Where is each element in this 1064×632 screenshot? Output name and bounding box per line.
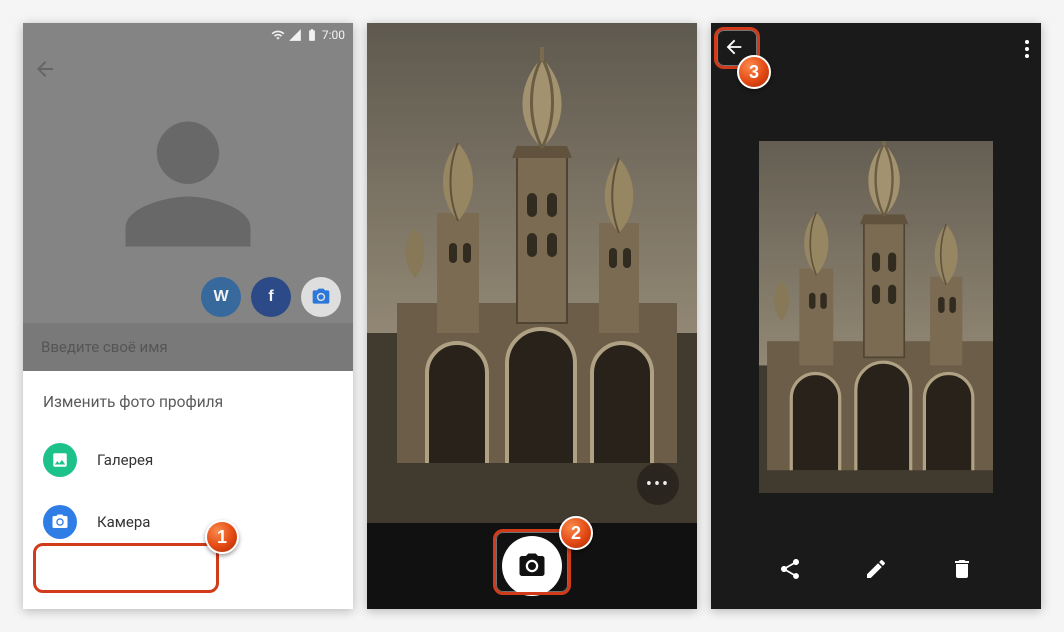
share-icon (778, 557, 802, 581)
camera-option-icon (43, 505, 77, 539)
option-camera-label: Камера (97, 513, 150, 531)
viewer-action-bar (711, 557, 1041, 585)
edit-icon (864, 557, 888, 581)
back-button[interactable] (723, 36, 745, 62)
shutter-button[interactable] (502, 536, 562, 596)
photo-preview (759, 141, 993, 493)
gallery-icon (43, 443, 77, 477)
more-horizontal-icon: ••• (646, 474, 670, 495)
screen-photo-viewer: 3 (711, 23, 1041, 609)
more-vertical-button[interactable] (1025, 40, 1029, 58)
camera-bottom-bar (367, 523, 697, 609)
dim-overlay (23, 23, 353, 371)
badge-2: 2 (559, 516, 593, 550)
option-gallery[interactable]: Галерея (23, 429, 353, 491)
camera-viewfinder (367, 23, 697, 523)
option-camera[interactable]: Камера (23, 491, 353, 553)
camera-more-button[interactable]: ••• (637, 463, 679, 505)
sheet-title: Изменить фото профиля (23, 371, 353, 429)
badge-1: 1 (205, 520, 239, 554)
trash-icon (950, 557, 974, 581)
more-vertical-icon (1025, 40, 1029, 58)
bottom-sheet: Изменить фото профиля Галерея Камера (23, 371, 353, 609)
edit-button[interactable] (864, 557, 888, 585)
share-button[interactable] (778, 557, 802, 585)
badge-3: 3 (737, 55, 771, 89)
screen-profile-edit: 7:00 W f Введите своё имя Изменить фото … (23, 23, 353, 609)
screen-camera: ••• 2 (367, 23, 697, 609)
camera-icon (517, 551, 547, 581)
option-gallery-label: Галерея (97, 451, 153, 469)
delete-button[interactable] (950, 557, 974, 585)
